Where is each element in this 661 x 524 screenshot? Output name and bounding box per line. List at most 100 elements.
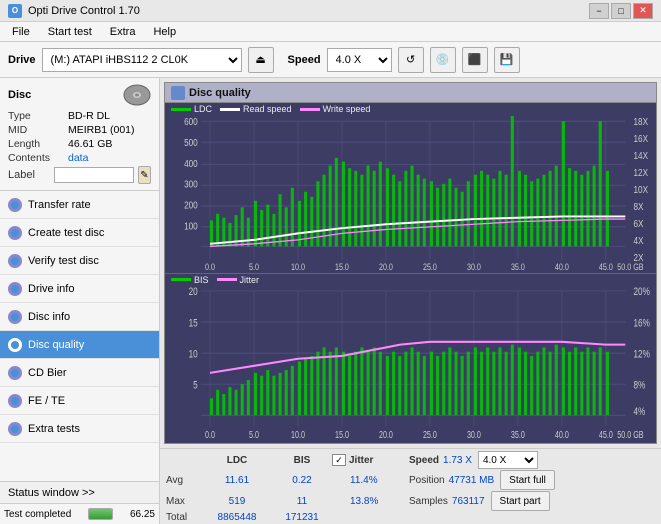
nav-icon-extra	[8, 422, 22, 436]
max-ldc: 519	[202, 496, 272, 507]
legend-write-color	[300, 108, 320, 111]
layers-button[interactable]: ⬛	[462, 47, 488, 73]
maximize-button[interactable]: □	[611, 3, 631, 19]
contents-value[interactable]: data	[68, 152, 151, 164]
nav-create-test-disc[interactable]: Create test disc	[0, 219, 159, 247]
svg-text:10X: 10X	[633, 184, 648, 195]
col-header-speed: Speed	[409, 455, 439, 466]
disc-button[interactable]: 💿	[430, 47, 456, 73]
nav-label-drive: Drive info	[28, 283, 74, 295]
avg-jitter: 11.4%	[332, 475, 409, 486]
start-part-button[interactable]: Start part	[491, 491, 550, 511]
progress-bar-fill	[89, 509, 112, 519]
svg-text:4%: 4%	[633, 406, 645, 419]
progress-bar-container	[88, 508, 113, 520]
nav-disc-quality[interactable]: Disc quality	[0, 331, 159, 359]
svg-text:30.0: 30.0	[467, 428, 481, 439]
avg-ldc: 11.61	[202, 475, 272, 486]
drive-select[interactable]: (M:) ATAPI iHBS112 2 CL0K	[42, 48, 242, 72]
start-full-button[interactable]: Start full	[500, 470, 555, 490]
chart-icon	[171, 86, 185, 100]
svg-text:40.0: 40.0	[555, 262, 569, 272]
menu-start-test[interactable]: Start test	[40, 24, 100, 40]
toolbar: Drive (M:) ATAPI iHBS112 2 CL0K ⏏ Speed …	[0, 42, 661, 78]
legend-ldc-label: LDC	[194, 104, 212, 114]
nav-icon-cd-bier	[8, 366, 22, 380]
position-value: 47731 MB	[449, 475, 495, 486]
main-content: Disc Type BD-R DL MID MEIRB1 (001) Leng	[0, 78, 661, 524]
svg-text:14X: 14X	[633, 150, 648, 161]
nav-drive-info[interactable]: Drive info	[0, 275, 159, 303]
legend-bis-label: BIS	[194, 275, 209, 285]
col-header-bis: BIS	[272, 455, 332, 466]
disc-image-icon	[123, 84, 151, 106]
svg-text:25.0: 25.0	[423, 262, 437, 272]
window-controls: − □ ✕	[589, 3, 653, 19]
bottom-chart: BIS Jitter	[165, 274, 656, 444]
status-window-button[interactable]: Status window >>	[0, 482, 159, 504]
nav-label-fe-te: FE / TE	[28, 395, 65, 407]
svg-text:16X: 16X	[633, 133, 648, 144]
disc-section: Disc Type BD-R DL MID MEIRB1 (001) Leng	[0, 78, 159, 191]
total-ldc: 8865448	[202, 512, 272, 523]
jitter-checkbox[interactable]: ✓	[332, 454, 346, 466]
label-input[interactable]	[54, 167, 134, 183]
speed-select-toolbar[interactable]: 4.0 X	[327, 48, 392, 72]
contents-label: Contents	[8, 152, 68, 164]
svg-text:30.0: 30.0	[467, 262, 481, 272]
save-button[interactable]: 💾	[494, 47, 520, 73]
svg-text:600: 600	[184, 116, 198, 127]
svg-text:15: 15	[189, 317, 199, 330]
title-bar: O Opti Drive Control 1.70 − □ ✕	[0, 0, 661, 22]
total-bis: 171231	[272, 512, 332, 523]
legend-jitter-color	[217, 278, 237, 281]
app-icon: O	[8, 4, 22, 18]
svg-text:5: 5	[193, 379, 198, 392]
refresh-button[interactable]: ↺	[398, 47, 424, 73]
nav-verify-test-disc[interactable]: Verify test disc	[0, 247, 159, 275]
status-bar: Status window >> Test completed 66.25	[0, 481, 159, 524]
svg-text:12X: 12X	[633, 167, 648, 178]
eject-button[interactable]: ⏏	[248, 47, 274, 73]
nav-icon-fe-te	[8, 394, 22, 408]
nav-extra-tests[interactable]: Extra tests	[0, 415, 159, 443]
svg-text:300: 300	[184, 179, 198, 190]
nav-icon-drive	[8, 282, 22, 296]
svg-text:45.0: 45.0	[599, 262, 613, 272]
legend-ldc: LDC	[171, 104, 212, 114]
nav-transfer-rate[interactable]: Transfer rate	[0, 191, 159, 219]
menu-extra[interactable]: Extra	[102, 24, 144, 40]
svg-text:100: 100	[184, 221, 198, 232]
label-btn[interactable]: ✎	[138, 166, 151, 184]
svg-text:10.0: 10.0	[291, 262, 305, 272]
nav-disc-info[interactable]: Disc info	[0, 303, 159, 331]
nav-label-disc-info: Disc info	[28, 311, 70, 323]
nav-cd-bier[interactable]: CD Bier	[0, 359, 159, 387]
label-label: Label	[8, 169, 50, 181]
menu-help[interactable]: Help	[145, 24, 184, 40]
svg-text:400: 400	[184, 158, 198, 169]
minimize-button[interactable]: −	[589, 3, 609, 19]
svg-text:200: 200	[184, 200, 198, 211]
svg-text:12%: 12%	[633, 348, 650, 361]
row-total-label: Total	[166, 512, 202, 523]
nav-icon-transfer	[8, 198, 22, 212]
close-button[interactable]: ✕	[633, 3, 653, 19]
svg-text:40.0: 40.0	[555, 428, 569, 439]
svg-text:5.0: 5.0	[249, 428, 259, 439]
left-panel: Disc Type BD-R DL MID MEIRB1 (001) Leng	[0, 78, 160, 524]
status-window-label: Status window >>	[8, 487, 95, 499]
legend-write-label: Write speed	[323, 104, 371, 114]
svg-text:8X: 8X	[633, 201, 644, 212]
legend-bis: BIS	[171, 275, 209, 285]
menu-bar: File Start test Extra Help	[0, 22, 661, 42]
menu-file[interactable]: File	[4, 24, 38, 40]
progress-row: Test completed 66.25	[0, 504, 159, 524]
legend-ldc-color	[171, 108, 191, 111]
svg-text:0.0: 0.0	[205, 428, 215, 439]
nav-fe-te[interactable]: FE / TE	[0, 387, 159, 415]
progress-score: 66.25	[117, 509, 155, 520]
svg-text:15.0: 15.0	[335, 428, 349, 439]
row-avg-label: Avg	[166, 475, 202, 486]
speed-select-stats[interactable]: 4.0 X	[478, 451, 538, 469]
